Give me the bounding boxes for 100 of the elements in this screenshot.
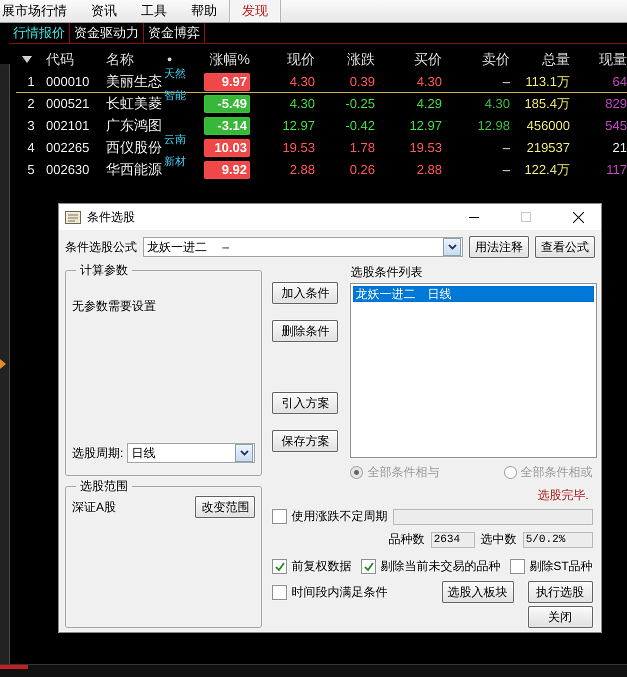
status-text: 选股完毕.: [537, 487, 589, 504]
stock-name: 华西能源: [106, 161, 162, 177]
minimize-icon: [469, 216, 479, 218]
column-header[interactable]: 现价: [287, 50, 315, 68]
window-icon: [65, 210, 81, 224]
column-header[interactable]: 涨跌: [347, 50, 375, 68]
side-panel-handle[interactable]: [0, 64, 10, 664]
checkbox[interactable]: 时间段内满足条件: [272, 584, 388, 600]
price-cell: 2.88: [290, 162, 315, 178]
checkmark-icon: [274, 562, 285, 572]
concept-tag: 新材: [164, 156, 186, 169]
stock-code: 002630: [46, 162, 90, 178]
column-header[interactable]: 代码: [46, 50, 74, 68]
row-number: 4: [27, 140, 35, 156]
price-cell: 12.97: [282, 118, 315, 134]
period-dropdown[interactable]: 日线: [127, 443, 256, 463]
change-percent: -3.14: [204, 116, 250, 134]
ask-cell: –: [502, 74, 510, 90]
checkbox[interactable]: 前复权数据: [272, 558, 352, 575]
sort-arrow-icon[interactable]: [22, 56, 32, 62]
concept-tag: 云南: [164, 134, 186, 147]
change-percent: 10.03: [204, 138, 250, 156]
menu-item[interactable]: 帮助: [179, 0, 229, 22]
current-volume-cell: 545: [605, 118, 627, 134]
bid-cell: 19.53: [409, 140, 442, 156]
column-header[interactable]: 买价: [414, 50, 442, 68]
row-number: 3: [27, 118, 35, 134]
tab[interactable]: 行情报价: [9, 23, 70, 43]
current-volume-cell: 117: [606, 162, 627, 178]
scheme-button[interactable]: 引入方案: [272, 392, 338, 414]
ask-cell: 12.98: [477, 118, 510, 134]
ask-cell: 4.30: [484, 96, 510, 112]
close-dialog-button[interactable]: 关闭: [528, 606, 593, 628]
change-percent: 9.97: [204, 72, 250, 90]
formula-button[interactable]: 用法注释: [469, 236, 529, 258]
change-range-button[interactable]: 改变范围: [195, 496, 256, 518]
checkbox[interactable]: 使用涨跌不定周期: [272, 508, 388, 525]
menu-item[interactable]: 展市场行情: [0, 0, 79, 22]
stock-name: 西仪股份: [106, 139, 162, 155]
params-text: 无参数需要设置: [72, 298, 157, 315]
list-title: 选股条件列表: [350, 264, 424, 281]
scheme-button[interactable]: 加入条件: [272, 282, 338, 304]
column-header[interactable]: 涨幅%: [210, 50, 250, 68]
expand-arrow-icon[interactable]: [0, 359, 6, 369]
selected-count-label: 选中数: [480, 531, 517, 548]
tab[interactable]: 资金驱动力: [70, 23, 144, 43]
ask-cell: –: [502, 140, 510, 156]
column-header[interactable]: 名称: [106, 50, 134, 68]
checkmark-icon: [364, 562, 374, 572]
scheme-button[interactable]: 删除条件: [272, 320, 338, 342]
column-header[interactable]: •: [167, 50, 172, 68]
condition-item[interactable]: 龙妖一进二 日线: [353, 286, 594, 302]
scheme-button[interactable]: 保存方案: [272, 430, 338, 452]
row-number: 2: [27, 96, 35, 112]
change-percent: -5.49: [204, 94, 250, 112]
price-cell: 4.30: [290, 74, 315, 90]
column-header[interactable]: 现量: [599, 50, 627, 68]
run-selection-button[interactable]: 执行选股: [528, 581, 593, 603]
concept-tag: 天然: [164, 68, 186, 81]
stock-name: 广东鸿图: [106, 117, 162, 133]
stock-name: 长虹美菱: [106, 95, 162, 111]
current-volume-cell: 829: [605, 96, 627, 112]
add-to-block-button[interactable]: 选股入板块: [442, 581, 514, 603]
group-title: 计算参数: [76, 263, 132, 278]
count-field: 2634: [430, 532, 475, 548]
volume-cell: 185.4万: [524, 96, 570, 112]
volume-cell: 113.1万: [525, 74, 570, 90]
current-volume-cell: 64: [612, 74, 627, 90]
stock-code: 002265: [46, 140, 90, 156]
bid-cell: 12.97: [409, 118, 442, 134]
change-cell: -0.42: [345, 118, 375, 134]
row-number: 5: [27, 162, 35, 178]
formula-dropdown[interactable]: 龙妖一进二 –: [143, 237, 463, 257]
group-title: 选股范围: [76, 479, 132, 494]
checkbox[interactable]: 剔除ST品种: [510, 558, 593, 575]
stock-code: 002101: [46, 118, 90, 134]
volume-cell: 219537: [526, 140, 570, 156]
stock-name: 美丽生态: [106, 73, 162, 89]
checkbox[interactable]: 剔除当前未交易的品种: [361, 558, 500, 575]
period-label: 选股周期:: [72, 444, 124, 462]
menu-item[interactable]: 工具: [129, 0, 179, 22]
window-title: 条件选股: [87, 208, 136, 226]
range-value: 深证A股: [72, 498, 116, 516]
condition-list[interactable]: 龙妖一进二 日线: [350, 283, 597, 458]
tab[interactable]: 资金博弈: [144, 23, 205, 43]
concept-tag: 智能: [164, 90, 186, 103]
volume-cell: 122.4万: [524, 162, 570, 178]
period-field[interactable]: [393, 508, 593, 524]
column-header[interactable]: 总量: [542, 50, 570, 68]
stock-code: 000521: [46, 96, 90, 112]
formula-button[interactable]: 查看公式: [535, 236, 595, 258]
column-header[interactable]: 卖价: [482, 50, 510, 68]
ask-cell: –: [502, 162, 510, 178]
volume-cell: 456000: [526, 118, 570, 134]
menu-item[interactable]: 资讯: [79, 0, 129, 22]
menu-item[interactable]: 发现: [229, 0, 281, 22]
change-cell: 0.26: [350, 162, 375, 178]
close-icon: [572, 212, 584, 222]
stock-code: 000010: [46, 74, 90, 90]
row-number: 1: [27, 74, 35, 90]
